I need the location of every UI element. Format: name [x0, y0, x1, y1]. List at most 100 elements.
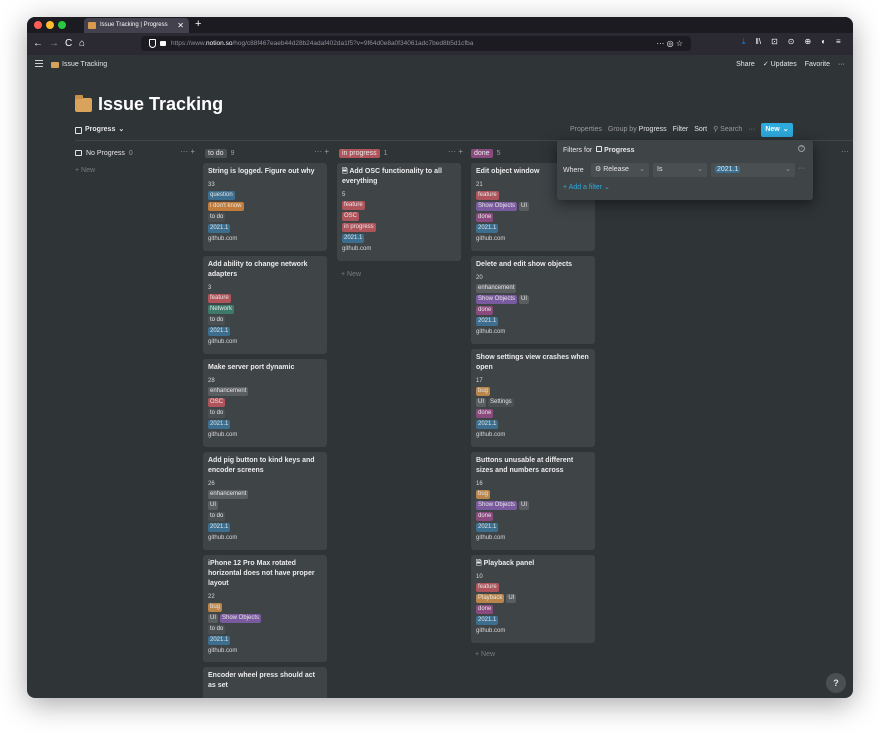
extension-2-icon[interactable]: ◐	[821, 37, 826, 47]
card-source: github.com	[342, 246, 372, 252]
card-number: 3	[208, 285, 212, 291]
card[interactable]: Add ability to change network adapters 3…	[203, 256, 327, 354]
column-actions[interactable]: ··· +	[448, 147, 463, 156]
filter-row-more-icon[interactable]: ···	[798, 165, 805, 172]
folder-icon	[51, 62, 59, 68]
card[interactable]: 🗎 Add OSC functionality to all everythin…	[337, 163, 461, 261]
status-tag: in progress	[342, 223, 376, 232]
card-source: github.com	[476, 329, 506, 335]
tag: enhancement	[476, 284, 517, 293]
status-tag: to do	[208, 409, 226, 418]
group-by-label: Group by	[607, 126, 637, 133]
add-filter-button[interactable]: + Add a filter ⌄	[563, 183, 610, 191]
column-actions[interactable]: ··· +	[314, 147, 329, 156]
minimize-window-icon[interactable]	[46, 21, 54, 29]
browser-tab[interactable]: Issue Tracking | Progress ✕	[84, 18, 189, 33]
favorite-button[interactable]: Favorite	[805, 55, 830, 75]
column-actions[interactable]: ··· +	[180, 147, 195, 156]
value-select[interactable]: 2021.1 ⌄	[711, 163, 795, 177]
card-source: github.com	[476, 628, 506, 634]
share-button[interactable]: Share	[736, 55, 755, 75]
folder-icon	[88, 22, 96, 29]
card-number: 20	[476, 275, 483, 281]
column-header-to-do[interactable]: to do 9 ··· +	[205, 147, 329, 159]
new-tab-button[interactable]: +	[195, 17, 201, 32]
tag: bug	[208, 603, 223, 612]
card-title: iPhone 12 Pro Max rotated horizontal doe…	[208, 560, 315, 587]
card[interactable]: Delete and edit show objects 20 enhancem…	[471, 256, 595, 344]
menu-icon[interactable]: ≡	[836, 37, 841, 47]
extension-icon[interactable]: ⊕	[804, 37, 811, 47]
tag: bug	[476, 490, 491, 499]
column-count: 0	[128, 149, 133, 157]
column-header-in-progress[interactable]: in progress 1 ··· +	[339, 147, 463, 159]
forward-icon[interactable]: →	[49, 37, 59, 51]
chevron-down-icon: ⌄	[785, 166, 791, 173]
board-icon	[596, 146, 603, 152]
card[interactable]: 🗎 Playback panel 10 feature Playback UI d…	[471, 555, 595, 643]
navigation-bar: ← → C ⌂ https://www.notion.so/hog/c88f46…	[27, 33, 853, 55]
more-icon[interactable]: ···	[838, 55, 845, 75]
view-selector[interactable]: Progress ⌄	[75, 123, 124, 137]
search-button[interactable]: ⚲ Search	[713, 123, 742, 137]
tag: Settings	[488, 398, 514, 407]
more-icon[interactable]: ···	[748, 123, 755, 137]
card[interactable]: String is logged. Figure out why 33 ques…	[203, 163, 327, 251]
close-tab-icon[interactable]: ✕	[177, 18, 184, 33]
card[interactable]: Buttons unusable at different sizes and …	[471, 452, 595, 550]
reload-icon[interactable]: C	[65, 37, 72, 51]
card[interactable]: Show settings view crashes when open 17 …	[471, 349, 595, 447]
card-title-text: Add OSC functionality to all everything	[342, 168, 442, 185]
release-tag: 2021.1	[476, 523, 499, 532]
account-icon[interactable]: ⊙	[788, 37, 795, 47]
new-button[interactable]: New ⌄	[761, 123, 793, 137]
url-actions[interactable]: ··· ◎ ☆	[656, 36, 683, 51]
library-icon[interactable]: ‖\	[756, 37, 762, 47]
tag: feature	[476, 191, 499, 200]
chevron-down-icon[interactable]: ⌄	[783, 123, 789, 137]
release-tag: 2021.1	[208, 523, 231, 532]
tag: feature	[476, 583, 499, 592]
more-icon[interactable]: ···	[841, 147, 849, 156]
url-bar[interactable]: https://www.notion.so/hog/c88f467eaeb44d…	[141, 36, 691, 51]
card-title: Make server port dynamic	[208, 364, 295, 371]
help-button[interactable]: ?	[826, 673, 846, 693]
card-title: String is logged. Figure out why	[208, 168, 315, 175]
sidebar-icon[interactable]: ⊡	[771, 37, 778, 47]
property-select[interactable]: ⚙ Release ⌄	[591, 163, 649, 177]
downloads-icon[interactable]: ⤓	[742, 37, 746, 47]
column-header-no-progress[interactable]: No Progress 0 ··· +	[75, 147, 195, 159]
tag: enhancement	[208, 490, 249, 499]
updates-button[interactable]: ✓ Updates	[763, 55, 797, 75]
help-icon[interactable]: ?	[798, 145, 805, 152]
tab-bar: Issue Tracking | Progress ✕ +	[27, 17, 853, 33]
add-new-card-button[interactable]: + New	[75, 167, 95, 174]
add-new-card-button[interactable]: + New	[341, 271, 361, 278]
tag: Show Objects	[476, 501, 518, 510]
card[interactable]: Make server port dynamic 28 enhancement …	[203, 359, 327, 447]
lock-icon	[160, 41, 166, 46]
home-icon[interactable]: ⌂	[79, 37, 85, 51]
filter-panel-view: Progress	[604, 147, 635, 154]
zoom-window-icon[interactable]	[58, 21, 66, 29]
card[interactable]: Encoder wheel press should act as set	[203, 667, 327, 698]
card[interactable]: iPhone 12 Pro Max rotated horizontal doe…	[203, 555, 327, 662]
card[interactable]: Add pig button to kind keys and encoder …	[203, 452, 327, 550]
filter-button[interactable]: Filter	[673, 123, 689, 137]
column-count: 9	[230, 149, 235, 157]
back-icon[interactable]: ←	[33, 37, 43, 51]
operator-select[interactable]: Is ⌄	[653, 163, 707, 177]
tag: OSC	[208, 398, 226, 407]
breadcrumb[interactable]: Issue Tracking	[51, 55, 107, 75]
card-title: Buttons unusable at different sizes and …	[476, 457, 574, 474]
properties-button[interactable]: Properties	[570, 123, 602, 137]
tag: Show Objects	[220, 614, 262, 623]
sort-button[interactable]: Sort	[694, 123, 707, 137]
hamburger-icon[interactable]	[35, 60, 43, 69]
card-number: 10	[476, 574, 483, 580]
card-title: Add ability to change network adapters	[208, 261, 308, 278]
tag: UI	[519, 295, 530, 304]
add-new-card-button[interactable]: + New	[475, 651, 495, 658]
group-by-button[interactable]: Group by Progress	[608, 123, 667, 137]
close-window-icon[interactable]	[34, 21, 42, 29]
